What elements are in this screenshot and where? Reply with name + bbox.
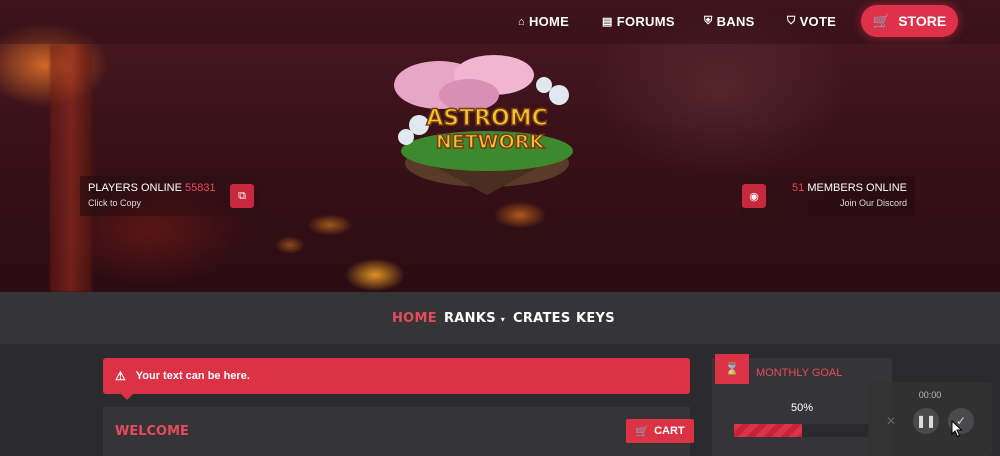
welcome-title: WELCOME	[115, 424, 189, 439]
forums-icon: ▤	[602, 16, 613, 28]
top-navbar: ⌂ HOME ▤ FORUMS ⛨ BANS ⛉ VOTE 🛒 STORE	[0, 0, 1000, 44]
player-time: 00:00	[918, 390, 942, 400]
cart-button[interactable]: 🛒 CART	[626, 419, 694, 443]
players-online-widget[interactable]: PLAYERS ONLINE 55831 Click to Copy ⧉	[80, 176, 260, 216]
vote-shield-icon: ⛉	[787, 15, 796, 27]
nav-bans-label: BANS	[716, 14, 755, 29]
discord-widget[interactable]: ◉ 51 MEMBERS ONLINE Join Our Discord	[740, 176, 915, 216]
monthly-goal-label: MONTHLY GOAL	[756, 367, 843, 379]
store-button[interactable]: 🛒 STORE	[861, 5, 958, 37]
monthly-goal-percent: 50%	[790, 402, 814, 414]
nav-vote-label: VOTE	[799, 14, 837, 29]
shield-icon: ⛨	[704, 15, 713, 27]
secondary-navbar: HOME RANKS ▾ CRATES KEYS	[0, 292, 1000, 344]
subnav-keys[interactable]: KEYS	[576, 311, 615, 326]
join-discord-text: Join Our Discord	[839, 198, 907, 208]
monthly-goal-header: ⌛ MONTHLY GOAL	[712, 354, 892, 386]
alert-icon: ⚠	[115, 369, 126, 383]
nav-bans-link[interactable]: ⛨ BANS	[704, 14, 755, 29]
subnav-home[interactable]: HOME	[392, 311, 437, 326]
store-label: STORE	[898, 13, 947, 29]
monthly-goal-progress-bar	[734, 424, 870, 437]
players-online-text: PLAYERS ONLINE 55831	[88, 182, 252, 194]
nav-home-link[interactable]: ⌂ HOME	[518, 14, 569, 29]
mouse-cursor-icon	[951, 420, 963, 438]
nav-forums-link[interactable]: ▤ FORUMS	[602, 14, 675, 29]
cart-icon: 🛒	[872, 12, 891, 29]
monthly-goal-panel: ⌛ MONTHLY GOAL 50%	[712, 354, 892, 456]
discord-icon: ◉	[742, 184, 766, 208]
hourglass-icon: ⌛	[715, 354, 749, 384]
subnav-ranks[interactable]: RANKS ▾	[444, 311, 505, 326]
welcome-panel: WELCOME	[103, 407, 690, 456]
nav-home-label: HOME	[528, 14, 570, 29]
monthly-goal-progress-fill	[734, 424, 802, 437]
players-online-label: PLAYERS ONLINE	[88, 182, 182, 194]
lava-pillar-decoration	[50, 45, 92, 292]
svg-text:NETWORK: NETWORK	[436, 131, 546, 153]
hero-banner: ⌂ HOME ▤ FORUMS ⛨ BANS ⛉ VOTE 🛒 STORE AS…	[0, 0, 1000, 292]
discord-members-text: 51 MEMBERS ONLINE	[748, 182, 907, 194]
caret-down-icon: ▾	[500, 315, 506, 324]
nav-vote-link[interactable]: ⛉ VOTE	[787, 14, 836, 29]
click-to-copy-text: Click to Copy	[88, 198, 142, 208]
basket-icon: 🛒	[635, 425, 650, 438]
home-icon: ⌂	[518, 15, 525, 28]
copy-server-icon: ⧉	[230, 184, 254, 208]
players-online-count: 55831	[185, 182, 216, 194]
discord-members-count: 51	[792, 182, 805, 194]
close-icon[interactable]: ✕	[878, 408, 904, 434]
pause-icon[interactable]: ❚❚	[913, 408, 939, 434]
subnav-crates[interactable]: CRATES	[513, 311, 571, 326]
nav-forums-label: FORUMS	[616, 14, 675, 29]
cart-label: CART	[654, 425, 685, 437]
announcement-alert: ⚠ Your text can be here.	[103, 358, 690, 400]
media-player-overlay: 00:00 ✕ ❚❚ ✓	[868, 382, 992, 456]
discord-members-label: MEMBERS ONLINE	[807, 182, 907, 194]
alert-text: Your text can be here.	[135, 370, 250, 382]
astromc-network-logo[interactable]: ASTROMC NETWORK	[384, 55, 590, 195]
subnav-ranks-label: RANKS	[444, 311, 496, 326]
svg-text:ASTROMC: ASTROMC	[426, 106, 548, 131]
